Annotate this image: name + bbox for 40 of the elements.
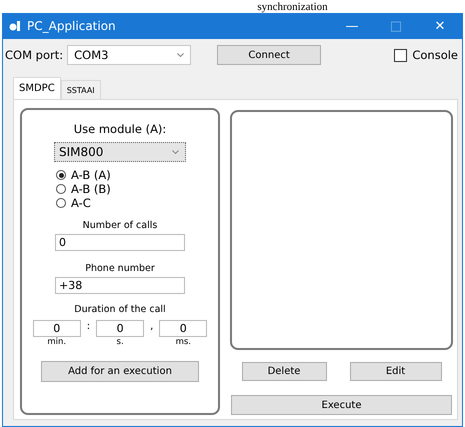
radio-button[interactable] xyxy=(56,184,66,194)
delete-button[interactable]: Delete xyxy=(242,362,326,381)
caret-icon xyxy=(172,150,179,154)
calls-label: Number of calls xyxy=(82,220,158,231)
phone-field[interactable]: +38 xyxy=(55,277,185,294)
unit-label: ms. xyxy=(176,337,191,347)
radio-button[interactable] xyxy=(56,170,66,180)
route-radio[interactable]: A-B (A) xyxy=(56,168,111,182)
duration-label: Duration of the call xyxy=(74,304,166,315)
com-port-label: COM port: xyxy=(5,48,64,62)
calls-field[interactable]: 0 xyxy=(55,234,185,251)
separator: , xyxy=(150,321,154,332)
duration-field[interactable]: 0 xyxy=(96,320,144,337)
execute-button[interactable]: Execute xyxy=(231,395,452,415)
connect-button[interactable]: Connect xyxy=(217,45,322,65)
duration-field[interactable]: 0 xyxy=(32,320,81,337)
com-port-dropdown[interactable]: COM3 xyxy=(67,45,192,65)
window-title: PC_Application xyxy=(27,19,117,33)
close-button[interactable]: ✕ xyxy=(418,13,462,39)
console-checkbox[interactable] xyxy=(394,48,408,62)
route-radio[interactable]: A-C xyxy=(56,196,111,210)
app-icon xyxy=(9,20,21,32)
phone-label: Phone number xyxy=(85,263,155,274)
radio-button[interactable] xyxy=(56,198,66,208)
tab[interactable]: SMDPC xyxy=(13,77,61,99)
duration-field[interactable]: 0 xyxy=(159,320,208,337)
caret-icon xyxy=(177,53,184,57)
tab[interactable]: SSTAAI xyxy=(60,80,101,99)
edit-button[interactable]: Edit xyxy=(350,362,442,381)
execution-list[interactable] xyxy=(230,110,453,350)
console-label: Console xyxy=(412,48,458,62)
module-label: Use module (A): xyxy=(74,122,166,136)
separator: : xyxy=(86,321,90,332)
unit-label: s. xyxy=(116,337,124,347)
add-button[interactable]: Add for an execution xyxy=(41,361,199,382)
unit-label: min. xyxy=(47,337,66,347)
route-radio[interactable]: A-B (B) xyxy=(56,182,111,196)
minimize-button[interactable]: — xyxy=(330,13,374,39)
page-heading: synchronization xyxy=(257,2,328,12)
module-dropdown[interactable]: SIM800 xyxy=(54,142,186,162)
